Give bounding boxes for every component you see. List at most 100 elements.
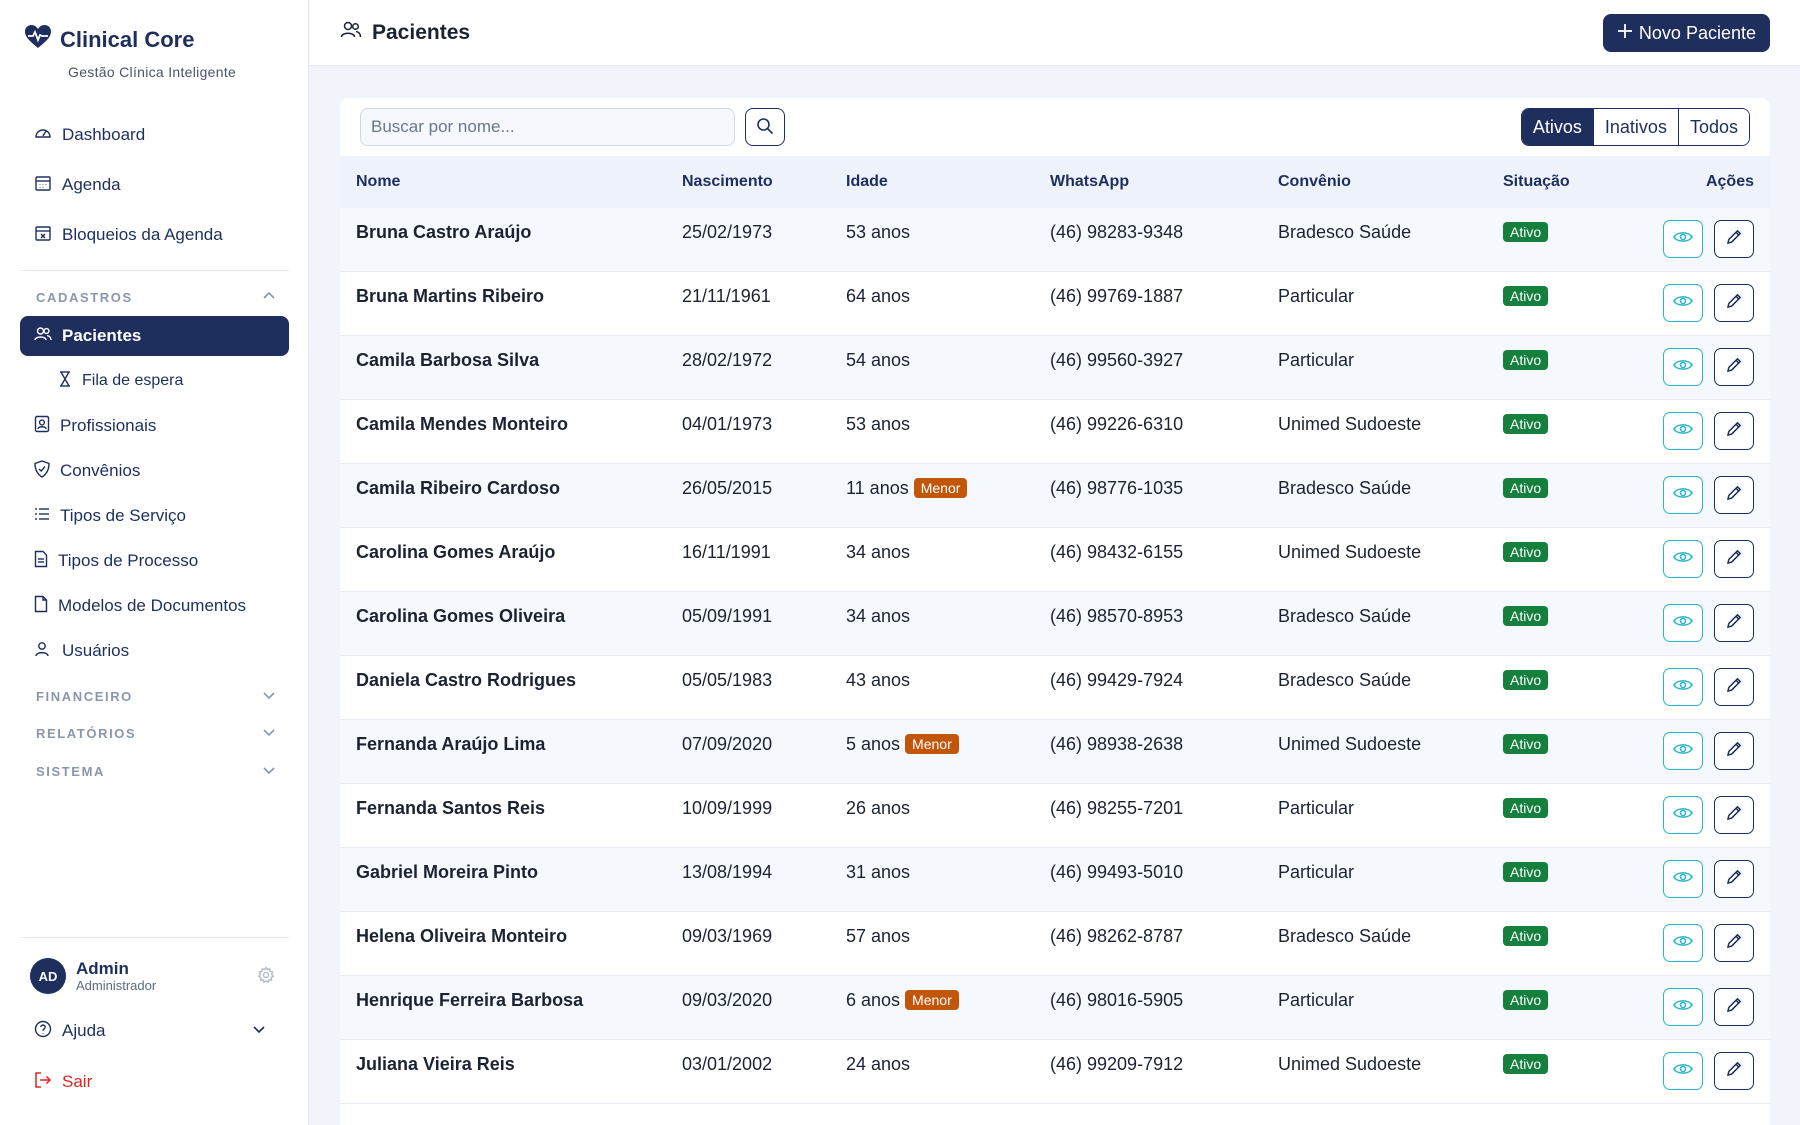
edit-button[interactable] [1714,1052,1754,1090]
help-menu[interactable]: Ajuda [20,1011,280,1051]
edit-button[interactable] [1714,476,1754,514]
birth-date: 26/05/2015 [682,477,773,498]
age: 64 anos [846,285,911,306]
table-row[interactable]: Camila Ribeiro Cardoso 26/05/2015 11 anos M… [340,464,1770,528]
sidebar-item-tipos-processo[interactable]: Tipos de Processo [20,541,289,581]
status-badge: Ativo [1503,862,1549,882]
column-header-nascimento[interactable]: Nascimento [682,173,773,191]
table-row[interactable]: Bruna Castro Araújo 25/02/1973 53 anos (46)… [340,208,1770,272]
view-button[interactable] [1663,924,1703,962]
table-row[interactable]: Camila Mendes Monteiro 04/01/1973 53 anos (… [340,400,1770,464]
view-button[interactable] [1663,1052,1703,1090]
sidebar-item-bloqueios[interactable]: Bloqueios da Agenda [20,215,289,255]
view-button[interactable] [1663,668,1703,706]
view-button[interactable] [1663,796,1703,834]
edit-button[interactable] [1714,412,1754,450]
section-relatorios[interactable]: RELATÓRIOS [36,721,276,745]
edit-button[interactable] [1714,348,1754,386]
edit-button[interactable] [1714,732,1754,770]
edit-button[interactable] [1714,284,1754,322]
view-button[interactable] [1663,604,1703,642]
status-badge: Ativo [1503,414,1549,434]
view-button[interactable] [1663,476,1703,514]
table-row[interactable]: Bruna Martins Ribeiro 21/11/1961 64 anos (4… [340,272,1770,336]
age-cell: 43 anos [846,656,910,704]
file-icon [34,550,48,573]
calendar-icon [34,174,52,197]
edit-button[interactable] [1714,220,1754,258]
view-button[interactable] [1663,284,1703,322]
sidebar-item-agenda[interactable]: Agenda [20,165,289,205]
table-row[interactable]: Henrique Ferreira Barbosa 09/03/2020 6 ano… [340,976,1770,1040]
section-sistema[interactable]: SISTEMA [36,759,276,783]
edit-button[interactable] [1714,668,1754,706]
column-header-convenio[interactable]: Convênio [1278,173,1351,191]
sidebar-item-convenios[interactable]: Convênios [20,451,289,491]
status-cell: Ativo [1503,1040,1549,1088]
status-badge: Ativo [1503,478,1549,498]
filter-inativos[interactable]: Inativos [1593,109,1679,145]
column-header-nome[interactable]: Nome [356,173,400,191]
search-button[interactable] [745,108,785,146]
edit-button[interactable] [1714,796,1754,834]
pencil-icon [1725,676,1743,699]
age: 57 anos [846,925,911,946]
whatsapp: (46) 98283-9348 [1050,221,1184,242]
table-row[interactable]: Helena Oliveira Monteiro 09/03/1969 57 ano… [340,912,1770,976]
status-cell: Ativo [1503,336,1549,384]
brand-title: Clinical Core [60,26,195,52]
search-input[interactable] [360,108,735,146]
brand[interactable]: Clinical Core [24,24,194,55]
pencil-icon [1725,804,1743,827]
view-button[interactable] [1663,220,1703,258]
sidebar-item-pacientes[interactable]: Pacientes [20,316,289,356]
view-button[interactable] [1663,348,1703,386]
column-header-idade[interactable]: Idade [846,173,888,191]
table-row[interactable]: Fernanda Araújo Lima 07/09/2020 5 anos Meno… [340,720,1770,784]
sidebar-item-usuarios[interactable]: Usuários [20,631,289,671]
patient-name: Camila Barbosa Silva [356,349,540,370]
section-financeiro[interactable]: FINANCEIRO [36,684,276,708]
status-cell: Ativo [1503,592,1549,640]
table-row[interactable]: Carolina Gomes Araújo 16/11/1991 34 anos (4… [340,528,1770,592]
sidebar-item-modelos[interactable]: Modelos de Documentos [20,586,289,626]
age: 26 anos [846,797,911,818]
birth-date: 05/05/1983 [682,669,773,690]
table-row[interactable]: Carolina Gomes Oliveira 05/09/1991 34 anos… [340,592,1770,656]
column-header-situacao[interactable]: Situação [1503,173,1570,191]
table-row[interactable]: Gabriel Moreira Pinto 13/08/1994 31 anos (4… [340,848,1770,912]
user-profile[interactable]: AD Admin Administrador [20,950,289,1002]
insurance: Particular [1278,349,1355,370]
sidebar-item-label: Convênios [60,461,141,480]
sidebar-item-profissionais[interactable]: Profissionais [20,406,289,446]
table-row[interactable]: Juliana Vieira Reis 03/01/2002 24 anos (46)… [340,1040,1770,1104]
view-button[interactable] [1663,732,1703,770]
table-row[interactable]: Fernanda Santos Reis 10/09/1999 26 anos (46… [340,784,1770,848]
view-button[interactable] [1663,860,1703,898]
filter-ativos[interactable]: Ativos [1521,109,1594,145]
edit-button[interactable] [1714,860,1754,898]
new-patient-button[interactable]: Novo Paciente [1602,14,1770,52]
edit-button[interactable] [1714,988,1754,1026]
whatsapp: (46) 99769-1887 [1050,285,1184,306]
gear-icon[interactable] [257,966,275,989]
sidebar-item-tipos-servico[interactable]: Tipos de Serviço [20,496,289,536]
patient-name: Helena Oliveira Monteiro [356,925,568,946]
table-row[interactable]: Camila Barbosa Silva 28/02/1972 54 anos (46… [340,336,1770,400]
edit-button[interactable] [1714,924,1754,962]
table-row[interactable]: Daniela Castro Rodrigues 05/05/1983 43 ano… [340,656,1770,720]
view-button[interactable] [1663,412,1703,450]
section-label: SISTEMA [36,763,105,779]
edit-button[interactable] [1714,540,1754,578]
filter-todos[interactable]: Todos [1678,109,1749,145]
sidebar-item-dashboard[interactable]: Dashboard [20,115,289,155]
edit-button[interactable] [1714,604,1754,642]
section-cadastros[interactable]: CADASTROS [36,285,276,309]
status-badge: Ativo [1503,542,1549,562]
view-button[interactable] [1663,988,1703,1026]
status-cell: Ativo [1503,272,1549,320]
view-button[interactable] [1663,540,1703,578]
sidebar-item-fila[interactable]: Fila de espera [20,361,289,401]
column-header-whatsapp[interactable]: WhatsApp [1050,173,1129,191]
logout-button[interactable]: Sair [20,1062,289,1102]
